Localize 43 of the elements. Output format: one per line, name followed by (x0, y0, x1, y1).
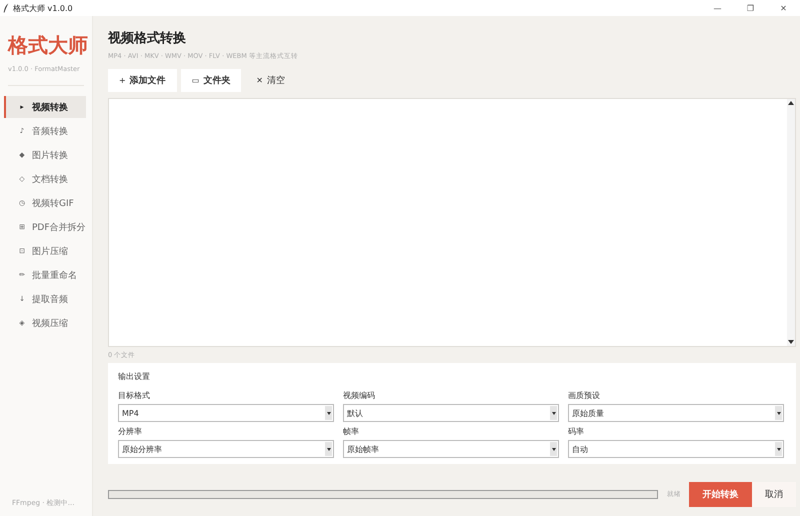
window-title: 格式大师 v1.0.0 (13, 2, 73, 14)
window-control[interactable]: ❐ (734, 0, 767, 16)
nav-label: 图片转换 (32, 150, 68, 162)
dropdown[interactable]: 原始质量 (568, 404, 784, 422)
nav-label: 音频转换 (32, 126, 68, 138)
nav-label: 图片压缩 (32, 246, 68, 258)
nav-label: 视频转GIF (32, 198, 74, 210)
page-title: 视频格式转换 (108, 30, 187, 47)
window-control[interactable]: — (701, 0, 734, 16)
start-button[interactable]: 开始转换 (689, 482, 752, 507)
toolbar-button[interactable]: ✕ 清空 (245, 69, 296, 92)
dropdown[interactable]: MP4 (118, 404, 334, 422)
file-list[interactable] (108, 98, 796, 347)
caret-icon (325, 442, 332, 456)
field-label: 帧率 (343, 426, 360, 437)
toolbar-button[interactable]: ▭ 文件夹 (180, 69, 242, 92)
toolbar-button[interactable]: + 添加文件 (108, 69, 177, 92)
caret-icon (325, 406, 332, 420)
cancel-button[interactable]: 取消 (752, 482, 796, 507)
caret-icon (775, 406, 782, 420)
field-label: 目标格式 (118, 390, 151, 401)
nav-label: 视频压缩 (32, 318, 68, 330)
app-logo: 格式大师 (8, 32, 89, 59)
feather-icon (3, 3, 9, 13)
caret-icon (550, 442, 557, 456)
scrollbar[interactable] (787, 99, 795, 346)
caret-icon (775, 442, 782, 456)
nav-label: PDF合并拆分 (32, 222, 86, 234)
window-control[interactable]: ✕ (767, 0, 800, 16)
nav-label: 批量重命名 (32, 270, 77, 282)
nav-label: 提取音频 (32, 294, 68, 306)
field-label: 码率 (568, 426, 585, 437)
dropdown[interactable]: 原始帧率 (343, 440, 559, 458)
dropdown[interactable]: 默认 (343, 404, 559, 422)
nav-label: 视频转换 (32, 101, 68, 114)
field-label: 分辨率 (118, 426, 143, 437)
field-label: 画质预设 (568, 390, 601, 401)
settings-title: 输出设置 (118, 371, 151, 382)
field-label: 视频编码 (343, 390, 376, 401)
dropdown[interactable]: 自动 (568, 440, 784, 458)
nav-label: 文档转换 (32, 174, 68, 186)
caret-icon (550, 406, 557, 420)
dropdown[interactable]: 原始分辨率 (118, 440, 334, 458)
